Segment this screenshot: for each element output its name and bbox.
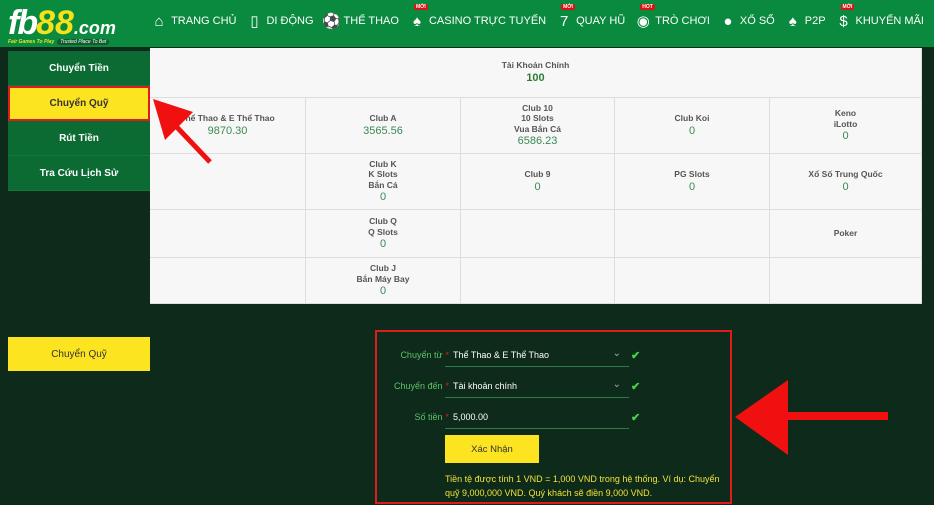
large-red-arrow (735, 380, 888, 455)
small-red-arrow (153, 99, 212, 164)
annotation-arrows (153, 99, 888, 455)
